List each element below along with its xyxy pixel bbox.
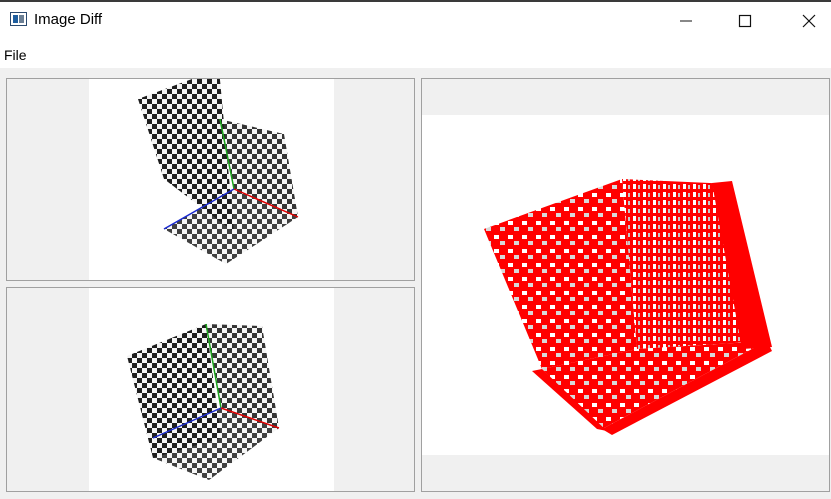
window-title: Image Diff: [34, 11, 103, 28]
minimize-icon: [680, 20, 692, 21]
minimize-button[interactable]: [654, 0, 718, 41]
image-view-top-left[interactable]: [6, 78, 415, 281]
menu-bar: File: [0, 41, 831, 68]
maximize-button[interactable]: [713, 0, 777, 41]
maximize-icon: [738, 14, 752, 27]
close-button[interactable]: [777, 0, 831, 41]
diff-render: [422, 115, 829, 455]
close-icon: [802, 14, 816, 27]
checkerboard-render-bottom: [89, 288, 334, 491]
app-icon: [10, 12, 27, 26]
title-bar: Image Diff: [0, 0, 831, 41]
image-view-diff[interactable]: [421, 78, 830, 492]
image-view-bottom-left[interactable]: [6, 287, 415, 492]
checkerboard-render-top: [89, 79, 334, 280]
menu-file[interactable]: File: [4, 47, 27, 63]
